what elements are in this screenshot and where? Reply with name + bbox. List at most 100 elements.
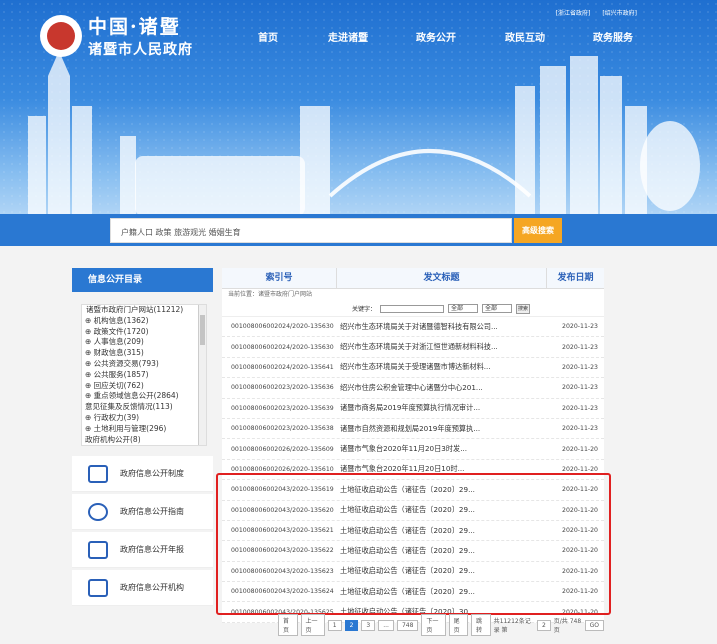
tree-scrollbar[interactable]	[198, 305, 206, 445]
compass-icon	[88, 502, 108, 521]
row-title-link[interactable]: 诸暨市商务局2019年度预算执行情况审计...	[336, 403, 546, 413]
page-ellipsis: ...	[378, 619, 394, 631]
tree-item[interactable]: ⊕ 土地利用与管理(296)	[82, 424, 206, 435]
link-shaoxing[interactable]: [绍兴市政府]	[602, 8, 637, 17]
tree-item[interactable]: ⊕ 财政信息(315)	[82, 348, 206, 359]
row-title-link[interactable]: 土地征收启动公告（诸征告〔2020〕29...	[336, 485, 546, 495]
tree-item[interactable]: ⊕ 政策文件(1720)	[82, 327, 206, 338]
menu-item-institution[interactable]: 政府信息公开机构	[72, 570, 213, 606]
page-2[interactable]: 2	[344, 619, 359, 631]
tree-item[interactable]: ⊕ 行政权力(39)	[82, 413, 206, 424]
table-row[interactable]: 001008006002023/2020-135638 诸暨市自然资源和规划局20…	[222, 419, 604, 440]
row-title-link[interactable]: 绍兴市生态环境局关于对诸暨德智科技有限公司...	[336, 322, 546, 332]
keyword-label: 关键字：	[352, 306, 377, 313]
row-index: 001008006002043/2020-135621	[231, 527, 334, 535]
filter-search-button[interactable]: 搜索	[516, 303, 531, 314]
row-index: 001008006002043/2020-135622	[231, 547, 334, 555]
nav-open-gov[interactable]: 政务公开	[416, 29, 505, 44]
table-row[interactable]: 001008006002043/2020-135619 土地征收启动公告（诸征告〔…	[222, 480, 604, 501]
row-title-link[interactable]: 诸暨市自然资源和规划局2019年度预算执...	[336, 424, 546, 434]
page-3[interactable]: 3	[361, 619, 376, 631]
page-last[interactable]: 尾页	[448, 614, 469, 636]
keyword-input[interactable]	[380, 304, 445, 313]
row-title-link[interactable]: 诸暨市气象台2020年11月20日3时发...	[336, 444, 546, 454]
row-title-link[interactable]: 诸暨市气象台2020年11月20日10时...	[336, 464, 546, 474]
menu-label: 政府信息公开机构	[120, 583, 184, 592]
page-first[interactable]: 首页	[278, 614, 298, 636]
row-date: 2020-11-20	[562, 547, 598, 555]
nav-services[interactable]: 政务服务	[593, 29, 653, 44]
tree-item[interactable]: ⊕ 公共资源交易(793)	[82, 359, 206, 370]
menu-item-guide[interactable]: 政府信息公开指南	[72, 494, 213, 530]
row-index: 00100800600202​4/2020-135630	[231, 323, 334, 331]
table-row[interactable]: 001008006002026/2020-135610 诸暨市气象台2020年11…	[222, 460, 604, 481]
page-next[interactable]: 下一页	[421, 614, 446, 636]
nav-home[interactable]: 首页	[258, 29, 328, 44]
col-title[interactable]: 发文标题	[337, 268, 547, 288]
tree-item[interactable]: ⊕ 机构信息(1362)	[82, 316, 206, 327]
menu-label: 政府信息公开指南	[120, 507, 184, 516]
nav-interaction[interactable]: 政民互动	[505, 29, 593, 44]
table-row[interactable]: 001008006002024/2020-135630 绍兴市生态环境局关于对浙江…	[222, 337, 604, 358]
col-index[interactable]: 索引号	[222, 268, 337, 288]
table-row[interactable]: 001008006002026/2020-135609 诸暨市气象台2020年11…	[222, 439, 604, 460]
row-title-link[interactable]: 土地征收启动公告（诸征告〔2020〕29...	[336, 526, 546, 536]
table-row[interactable]: 001008006002043/2020-135620 土地征收启动公告（诸征告〔…	[222, 501, 604, 521]
menu-item-policy[interactable]: 政府信息公开制度	[72, 456, 213, 492]
row-title-link[interactable]: 绍兴市生态环境局关于受理诸暨市博达新材料...	[336, 362, 546, 372]
go-button[interactable]: GO	[584, 619, 605, 631]
page-1[interactable]: 1	[327, 619, 342, 631]
tree-item[interactable]: ⊕ 回应关切(762)	[82, 381, 206, 392]
city-skyline-illustration	[28, 51, 700, 216]
table-row[interactable]: 001008006002024/2020-135641 绍兴市生态环境局关于受理诸…	[222, 358, 604, 379]
row-title-link[interactable]: 土地征收启动公告（诸征告〔2020〕29...	[336, 505, 546, 515]
site-logo[interactable]: 中国·诸暨 诸暨市人民政府	[40, 12, 193, 59]
row-index: 001008006002026/2020-135609	[231, 445, 334, 453]
tree-item[interactable]: 意见征集及反馈情况(113)	[82, 402, 206, 413]
row-date: 2020-11-20	[562, 486, 598, 494]
page-input[interactable]: 2	[536, 619, 551, 631]
row-index: 001008006002043/2020-135620	[231, 506, 334, 514]
filter-select-2[interactable]: 全部	[482, 304, 513, 313]
tree-item[interactable]: ⊕ 人事信息(209)	[82, 337, 206, 348]
table-row[interactable]: 001008006002023/2020-135636 绍兴市住房公积金管理中心诸…	[222, 378, 604, 399]
search-input[interactable]: 户籍人口 政策 旅游观光 婚姻生育	[110, 218, 512, 243]
table-header: 索引号 发文标题 发布日期	[222, 268, 604, 289]
row-date: 2020-11-23	[562, 425, 598, 433]
table-row[interactable]: 00100800600202​4/2020-135630 绍兴市生态环境局关于对诸…	[222, 317, 604, 338]
page-last-num[interactable]: 748	[396, 619, 419, 631]
catalog-tree[interactable]: 诸暨市政府门户网站(11212) ⊕ 机构信息(1362) ⊕ 政策文件(172…	[81, 304, 207, 446]
row-title-link[interactable]: 绍兴市生态环境局关于对浙江恒世通新材料科技...	[336, 342, 546, 352]
advanced-search-button[interactable]: 高级搜索	[514, 218, 562, 243]
emblem-icon	[40, 14, 82, 57]
row-index: 001008006002043/2020-135623	[231, 567, 334, 575]
nav-about[interactable]: 走进诸暨	[328, 29, 416, 44]
table-row[interactable]: 001008006002043/2020-135621 土地征收启动公告（诸征告〔…	[222, 521, 604, 542]
row-title-link[interactable]: 绍兴市住房公积金管理中心诸暨分中心201...	[336, 383, 546, 393]
table-row[interactable]: 001008006002043/2020-135622 土地征收启动公告（诸征告〔…	[222, 541, 604, 562]
page-prev[interactable]: 上一页	[300, 614, 325, 636]
filter-select-1[interactable]: 全部	[448, 304, 479, 313]
row-title-link[interactable]: 土地征收启动公告（诸征告〔2020〕29...	[336, 546, 546, 556]
logo-subtitle: 诸暨市人民政府	[88, 42, 193, 58]
tree-item[interactable]: ⊕ 公共服务(1857)	[82, 370, 206, 381]
top-links: [浙江省政府] [绍兴市政府]	[556, 8, 637, 17]
tree-item[interactable]: ⊕ 重点领域信息公开(2864)	[82, 391, 206, 402]
table-row[interactable]: 001008006002043/2020-135624 土地征收启动公告（诸征告〔…	[222, 582, 604, 603]
tree-item[interactable]: 政府机构公开(8)	[82, 435, 206, 445]
row-title-link[interactable]: 土地征收启动公告（诸征告〔2020〕29...	[336, 566, 546, 576]
page-jump[interactable]: 跳转	[471, 614, 491, 636]
link-zhejiang[interactable]: [浙江省政府]	[556, 8, 591, 17]
record-info: 共11212条记录 第	[493, 618, 531, 634]
col-date[interactable]: 发布日期	[547, 268, 604, 288]
report-icon	[88, 540, 108, 559]
menu-item-annual-report[interactable]: 政府信息公开年报	[72, 532, 213, 568]
table-row[interactable]: 001008006002043/2020-135623 土地征收启动公告（诸征告〔…	[222, 562, 604, 583]
logo-title: 中国·诸暨	[88, 16, 181, 38]
row-title-link[interactable]: 土地征收启动公告（诸征告〔2020〕29...	[336, 587, 546, 597]
row-date: 2020-11-20	[562, 506, 598, 514]
row-date: 2020-11-23	[562, 363, 598, 371]
table-row[interactable]: 001008006002023/2020-135639 诸暨市商务局2019年度预…	[222, 399, 604, 419]
tree-item[interactable]: 诸暨市政府门户网站(11212)	[82, 305, 206, 316]
sidebar: 信息公开目录 诸暨市政府门户网站(11212) ⊕ 机构信息(1362) ⊕ 政…	[72, 268, 213, 608]
